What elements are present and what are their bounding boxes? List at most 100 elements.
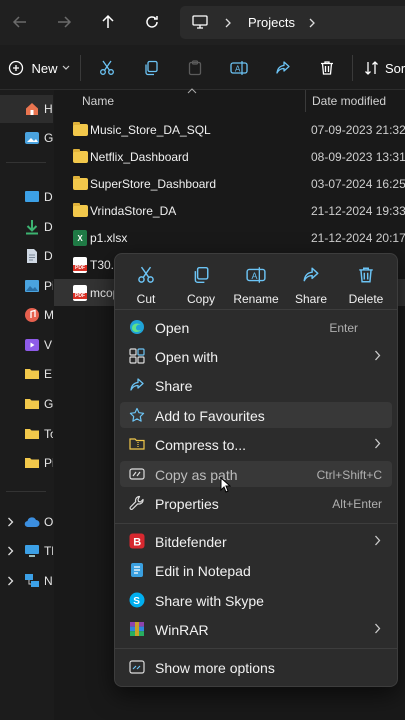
menu-item-properties[interactable]: Properties Alt+Enter: [120, 490, 392, 516]
sort-label: Sor: [385, 60, 405, 76]
file-name: p1.xlsx: [90, 231, 128, 245]
cut-icon: [100, 60, 114, 75]
sidebar-item-home[interactable]: H: [0, 95, 53, 123]
sidebar-item-documents[interactable]: D: [0, 242, 53, 270]
sidebar-item-folder[interactable]: To: [0, 420, 53, 448]
menu-item-copy-as-path[interactable]: Copy as path Ctrl+Shift+C: [120, 461, 392, 487]
sidebar-item-folder[interactable]: E: [0, 360, 53, 388]
chevron-right-icon[interactable]: [7, 517, 14, 527]
winrar-icon: [130, 622, 144, 636]
sidebar-item-gallery[interactable]: G: [0, 124, 53, 152]
menu-item-label: Open with: [155, 349, 219, 365]
open-with-icon: [129, 348, 145, 364]
downloads-icon: [26, 220, 38, 235]
sidebar-label: G: [44, 397, 53, 411]
file-date: 07-09-2023 21:32: [311, 123, 405, 137]
sidebar-divider: [6, 162, 46, 163]
sidebar-label: E: [44, 367, 53, 381]
sidebar-label: To: [44, 427, 53, 441]
chevron-right-icon[interactable]: [7, 576, 14, 586]
sidebar-item-desktop[interactable]: D: [0, 183, 53, 211]
share-icon: [303, 267, 319, 282]
edge-icon: [130, 320, 144, 334]
share-icon: [276, 61, 290, 74]
svg-text:S: S: [133, 596, 140, 607]
paste-icon: [188, 60, 202, 76]
delete-button[interactable]: [314, 55, 340, 81]
file-row[interactable]: Music_Store_DA_SQL 07-09-2023 21:32: [54, 116, 405, 143]
quick-action-cut[interactable]: Cut: [119, 260, 173, 308]
sidebar-item-this-pc[interactable]: Th: [0, 537, 53, 565]
svg-text:B: B: [133, 537, 141, 549]
videos-icon: [25, 339, 39, 351]
network-icon: [25, 574, 39, 587]
menu-item-share[interactable]: Share: [120, 372, 392, 398]
sidebar-item-pictures[interactable]: Pi: [0, 272, 53, 300]
forward-button[interactable]: [50, 8, 78, 36]
pdf-file-icon: PDF: [73, 285, 87, 301]
sort-button[interactable]: Sor: [364, 55, 405, 81]
menu-item-bitdefender[interactable]: B Bitdefender: [120, 528, 392, 554]
refresh-button[interactable]: [138, 8, 166, 36]
quick-action-copy[interactable]: Copy: [174, 260, 228, 308]
menu-item-open-with[interactable]: Open with: [120, 343, 392, 369]
sidebar-item-folder[interactable]: G: [0, 390, 53, 418]
sidebar-item-onedrive[interactable]: O: [0, 508, 53, 536]
sidebar-label: N: [44, 574, 53, 588]
sidebar-label: Th: [44, 544, 53, 558]
menu-item-share-with-skype[interactable]: S Share with Skype: [120, 587, 392, 613]
file-row[interactable]: VrindaStore_DA 21-12-2024 19:33: [54, 197, 405, 224]
column-divider[interactable]: [305, 90, 306, 112]
column-header-name[interactable]: Name: [82, 94, 114, 116]
cut-icon: [138, 266, 154, 283]
cut-button[interactable]: [94, 55, 120, 81]
file-row[interactable]: Netflix_Dashboard 08-09-2023 13:31: [54, 143, 405, 170]
rename-button[interactable]: A: [226, 55, 252, 81]
new-button[interactable]: New: [8, 55, 70, 81]
file-row[interactable]: SuperStore_Dashboard 03-07-2024 16:25: [54, 170, 405, 197]
sidebar-item-network[interactable]: N: [0, 567, 53, 595]
breadcrumb-projects[interactable]: Projects: [248, 15, 295, 30]
paste-button[interactable]: [182, 55, 208, 81]
menu-item-label: Show more options: [155, 660, 275, 676]
copy-path-icon: [129, 468, 145, 480]
back-button[interactable]: [6, 8, 34, 36]
sidebar-label: Pi: [44, 456, 53, 470]
sidebar-divider: [6, 491, 46, 492]
menu-item-label: Compress to...: [155, 437, 247, 453]
copy-button[interactable]: [138, 55, 164, 81]
menu-item-winrar[interactable]: WinRAR: [120, 616, 392, 642]
quick-action-share[interactable]: Share: [284, 260, 338, 308]
share-button[interactable]: [270, 55, 296, 81]
chevron-down-icon: [62, 65, 69, 70]
sidebar-item-downloads[interactable]: D: [0, 213, 53, 241]
compress-icon: [129, 438, 145, 450]
quick-action-label: Cut: [136, 292, 156, 306]
sidebar-label: H: [44, 102, 53, 116]
pictures-icon: [25, 280, 39, 292]
chevron-right-icon[interactable]: [7, 546, 14, 556]
sidebar-label: Pi: [44, 279, 53, 293]
quick-action-delete[interactable]: Delete: [339, 260, 393, 308]
sidebar-item-videos[interactable]: V: [0, 331, 53, 359]
menu-item-show-more-options[interactable]: Show more options: [120, 654, 392, 680]
sidebar-item-music[interactable]: M: [0, 301, 53, 329]
share-icon: [130, 378, 144, 391]
file-row[interactable]: X p1.xlsx 21-12-2024 20:17: [54, 224, 405, 251]
menu-item-open[interactable]: Open Enter: [120, 314, 392, 340]
sidebar-label: D: [44, 220, 53, 234]
address-bar[interactable]: Projects: [180, 6, 405, 39]
quick-action-rename[interactable]: A Rename: [229, 260, 283, 308]
menu-item-label: Open: [155, 320, 190, 336]
toolbar-separator: [352, 55, 353, 81]
menu-item-add-to-favourites[interactable]: Add to Favourites: [120, 402, 392, 428]
menu-item-label: WinRAR: [155, 622, 209, 638]
menu-item-label: Share: [155, 378, 193, 394]
menu-item-edit-in-notepad[interactable]: Edit in Notepad: [120, 557, 392, 583]
quick-action-label: Rename: [233, 292, 279, 306]
up-button[interactable]: [94, 8, 122, 36]
mouse-pointer-icon: [220, 477, 231, 493]
sidebar-item-folder[interactable]: Pi: [0, 449, 53, 477]
menu-item-compress-to[interactable]: Compress to...: [120, 431, 392, 457]
column-header-date-modified[interactable]: Date modified: [312, 94, 386, 116]
